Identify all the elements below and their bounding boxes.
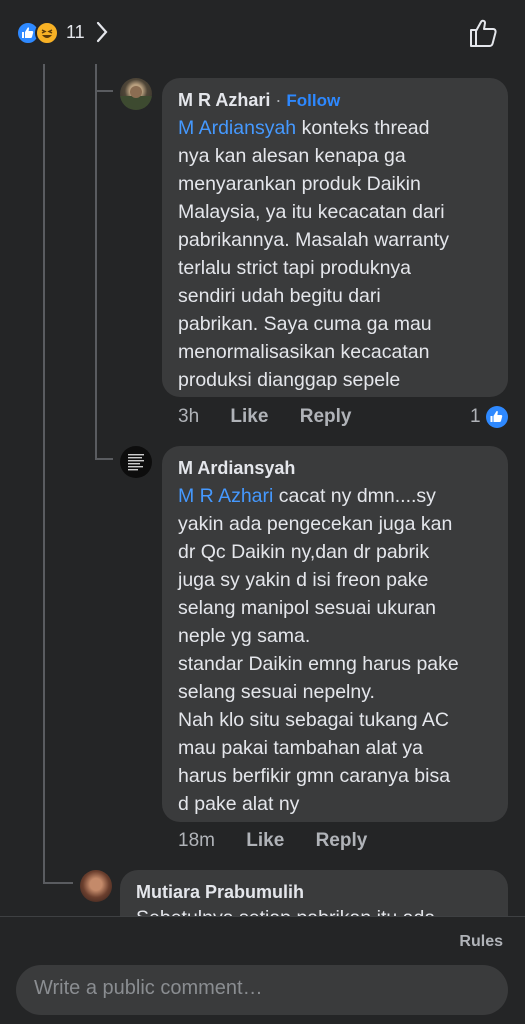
comment-time[interactable]: 18m [178, 830, 215, 851]
reply-connector [95, 458, 113, 460]
thumbs-up-icon[interactable] [466, 16, 500, 50]
comment-author[interactable]: M R Azhari · Follow [178, 90, 340, 111]
comment-text: M Ardiansyah konteks thread nya kan ales… [178, 114, 498, 394]
comment-meta: 18m Like Reply [178, 830, 367, 852]
avatar[interactable] [80, 870, 112, 902]
avatar[interactable] [120, 446, 152, 478]
comment-bubble: M R Azhari · Follow M Ardiansyah konteks… [162, 78, 508, 397]
mention-link[interactable]: M R Azhari [178, 485, 273, 507]
like-button[interactable]: Like [230, 406, 268, 427]
thread-line [43, 64, 45, 882]
reply-button[interactable]: Reply [316, 830, 368, 851]
comment-meta: 3h Like Reply [178, 406, 351, 428]
comment-text: M R Azhari cacat ny dmn....sy yakin ada … [178, 482, 502, 818]
like-button[interactable]: Like [246, 830, 284, 851]
comment-author[interactable]: Mutiara Prabumulih [136, 882, 304, 903]
separator-dot: · [275, 90, 282, 110]
avatar[interactable] [120, 78, 152, 110]
reaction-bar: 11 [0, 0, 525, 64]
comment-time[interactable]: 3h [178, 406, 199, 427]
comment-input[interactable]: Write a public comment… [16, 965, 508, 1015]
thread-connector [43, 882, 73, 884]
like-icon [486, 406, 508, 428]
reply-button[interactable]: Reply [300, 406, 352, 427]
reaction-count[interactable]: 11 [66, 22, 85, 43]
comment-body: konteks thread nya kan alesan kenapa ga … [178, 117, 449, 391]
chevron-right-icon[interactable] [94, 20, 110, 44]
comment-body: cacat ny dmn....sy yakin ada pengecekan … [178, 485, 459, 815]
rules-link[interactable]: Rules [459, 933, 503, 951]
reaction-count[interactable]: 1 [470, 406, 481, 428]
mention-link[interactable]: M Ardiansyah [178, 117, 296, 139]
comment-bubble: M Ardiansyah M R Azhari cacat ny dmn....… [162, 446, 508, 822]
author-name[interactable]: M R Azhari [178, 90, 270, 110]
follow-button[interactable]: Follow [286, 91, 340, 110]
comment-composer: Rules Write a public comment… [0, 916, 525, 1024]
reply-connector [95, 90, 113, 92]
haha-icon [35, 21, 59, 45]
reaction-summary[interactable] [16, 21, 64, 45]
comment-author[interactable]: M Ardiansyah [178, 458, 295, 479]
reply-thread-line [95, 64, 97, 458]
comment-placeholder: Write a public comment… [34, 977, 263, 999]
